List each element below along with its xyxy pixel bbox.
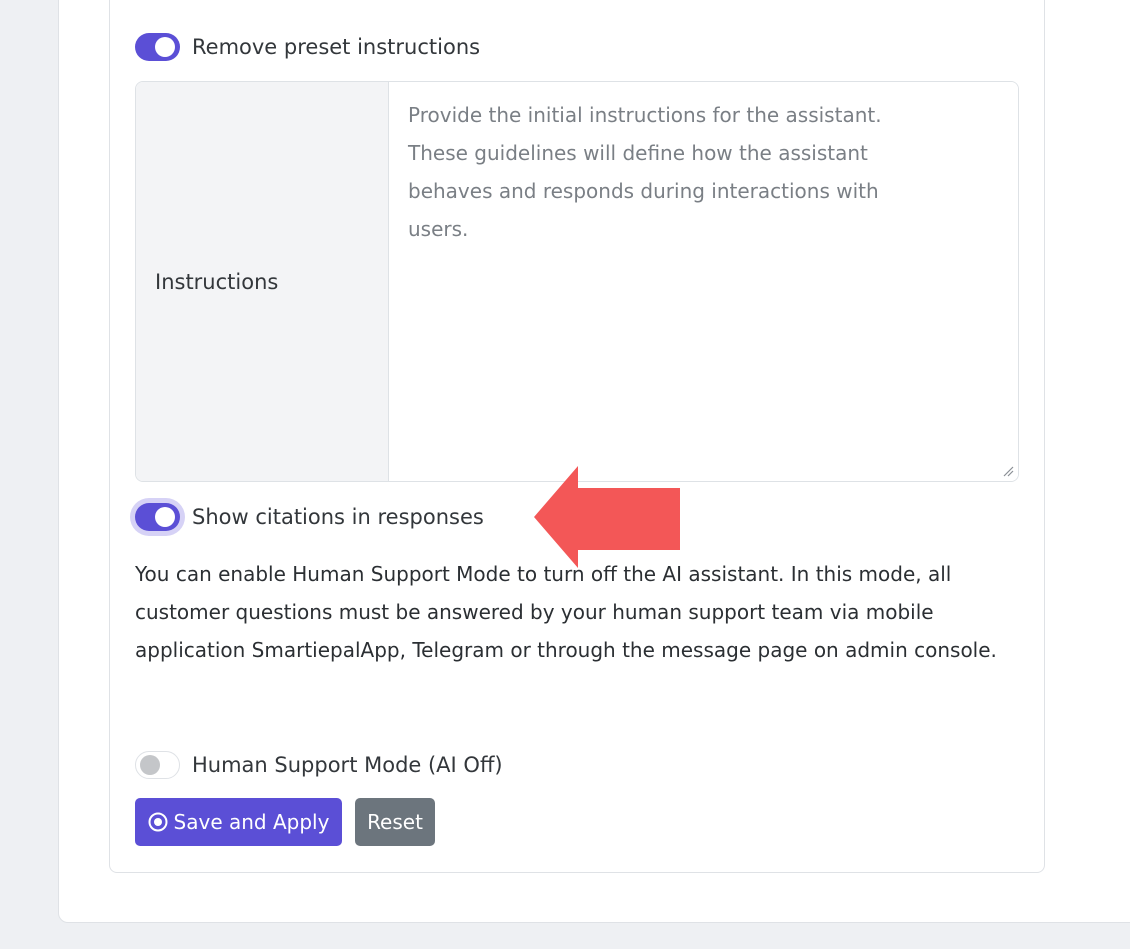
switch-knob: [155, 37, 175, 57]
switch-knob: [140, 755, 160, 775]
show-citations-toggle-row[interactable]: Show citations in responses: [135, 500, 484, 534]
instructions-label: Instructions: [136, 82, 389, 481]
save-and-apply-label: Save and Apply: [173, 810, 330, 834]
reset-button[interactable]: Reset: [355, 798, 435, 846]
show-citations-switch[interactable]: [135, 503, 180, 531]
red-arrow-left-icon: [534, 466, 680, 568]
human-support-toggle-row[interactable]: Human Support Mode (AI Off): [135, 748, 503, 782]
resize-grip-icon[interactable]: [1002, 465, 1014, 477]
record-circle-icon: [148, 812, 168, 832]
human-support-label: Human Support Mode (AI Off): [192, 753, 503, 777]
instructions-input-group: Instructions: [135, 81, 1019, 482]
human-support-switch[interactable]: [135, 751, 180, 779]
human-support-description: You can enable Human Support Mode to tur…: [135, 562, 997, 662]
remove-preset-switch[interactable]: [135, 33, 180, 61]
save-and-apply-button[interactable]: Save and Apply: [135, 798, 342, 846]
instructions-textarea[interactable]: [389, 82, 1018, 481]
remove-preset-toggle-row[interactable]: Remove preset instructions: [135, 30, 480, 64]
remove-preset-label: Remove preset instructions: [192, 35, 481, 59]
switch-knob: [155, 507, 175, 527]
show-citations-label: Show citations in responses: [192, 505, 484, 529]
